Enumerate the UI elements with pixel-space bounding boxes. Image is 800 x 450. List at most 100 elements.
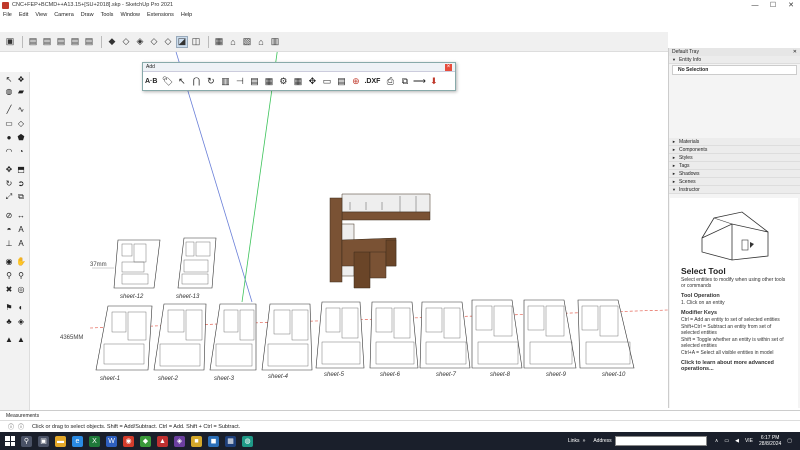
search-icon[interactable]: ⚲: [21, 435, 32, 447]
app-icon[interactable]: ■: [191, 435, 202, 447]
ab-label-icon[interactable]: A·B: [145, 76, 157, 88]
camera-icon[interactable]: ▤: [27, 36, 39, 48]
word-icon[interactable]: W: [106, 435, 117, 447]
panel-d-icon[interactable]: ▦: [263, 76, 275, 88]
offset-tool-icon[interactable]: ⧉: [16, 192, 26, 202]
model-viewport[interactable]: 37mm 4365MM sheet-12 sheet-13 sheet-1 sh…: [30, 52, 668, 410]
front-view-icon[interactable]: ◈: [134, 36, 146, 48]
chrome-icon[interactable]: ◉: [123, 435, 134, 447]
tag-icon[interactable]: 🏷: [161, 76, 173, 88]
maximize-button[interactable]: ☐: [764, 0, 782, 10]
app-icon[interactable]: ◼: [208, 435, 219, 447]
zoom-window-icon[interactable]: ⚲: [16, 270, 26, 280]
circle-tool-icon[interactable]: ●: [4, 132, 14, 142]
select-arrow-icon[interactable]: ↖: [4, 74, 14, 84]
grid-icon[interactable]: ▤: [335, 76, 347, 88]
arc-tool-icon[interactable]: ◠: [4, 146, 14, 156]
protractor-icon[interactable]: ◓: [4, 224, 14, 234]
cursor-icon[interactable]: ↖: [176, 76, 188, 88]
dxf-export-icon[interactable]: .DXF: [364, 76, 380, 88]
share-icon[interactable]: ▥: [269, 36, 281, 48]
freehand-icon[interactable]: ∿: [16, 104, 26, 114]
3d-text-icon[interactable]: A: [16, 238, 26, 248]
tray-header[interactable]: Default Tray ✕: [669, 48, 800, 56]
add-icon[interactable]: ⊕: [350, 76, 362, 88]
home-outline-icon[interactable]: ⌂: [255, 36, 267, 48]
walk-icon[interactable]: ♣: [4, 316, 14, 326]
component-icon[interactable]: ❖: [16, 74, 26, 84]
previous-view-icon[interactable]: ◎: [16, 284, 26, 294]
eraser-icon[interactable]: ▰: [16, 86, 26, 96]
sheet-7-panel[interactable]: [419, 301, 471, 369]
dimension-icon[interactable]: ↔: [16, 210, 26, 220]
panel-b-icon[interactable]: ⊣: [234, 76, 246, 88]
tray-panel-instructor[interactable]: ▼ Instructor: [669, 186, 800, 194]
move-tool-icon[interactable]: ✥: [4, 164, 14, 174]
top-view-icon[interactable]: ◇: [120, 36, 132, 48]
move-icon[interactable]: ✥: [306, 76, 318, 88]
menu-extensions[interactable]: Extensions: [147, 12, 174, 18]
rotate-tool-icon[interactable]: ↻: [4, 178, 14, 188]
text-tool-icon[interactable]: A: [16, 224, 26, 234]
sheet-13-panel[interactable]: [177, 237, 217, 289]
polygon-tool-icon[interactable]: ⬟: [16, 132, 26, 142]
menu-view[interactable]: View: [35, 12, 47, 18]
sheet-4-panel[interactable]: [261, 303, 313, 371]
sketchup-icon[interactable]: ▲: [157, 435, 168, 447]
links-label[interactable]: Links: [568, 438, 580, 444]
chevron-up-icon[interactable]: ∧: [715, 438, 719, 444]
camera-icon[interactable]: ▤: [55, 36, 67, 48]
rotated-rect-icon[interactable]: ◇: [16, 118, 26, 128]
notification-icon[interactable]: ▢: [787, 438, 792, 444]
sandbox-icon[interactable]: ▲: [4, 334, 14, 344]
push-pull-icon[interactable]: ⬒: [16, 164, 26, 174]
add-window-header[interactable]: Add ×: [143, 63, 455, 72]
sheet-6-panel[interactable]: [369, 301, 419, 369]
network-icon[interactable]: ▭: [724, 438, 729, 444]
excel-icon[interactable]: X: [89, 435, 100, 447]
menu-file[interactable]: File: [3, 12, 12, 18]
warehouse-icon[interactable]: ▦: [213, 36, 225, 48]
system-clock[interactable]: 6:17 PM 28/8/2024: [759, 435, 781, 447]
sheet-5-panel[interactable]: [315, 301, 365, 369]
menu-tools[interactable]: Tools: [101, 12, 114, 18]
look-around-icon[interactable]: ◐: [16, 302, 26, 312]
line-tool-icon[interactable]: ╱: [4, 104, 14, 114]
follow-me-icon[interactable]: ➲: [16, 178, 26, 188]
tray-panel-tags[interactable]: ► Tags: [669, 162, 800, 170]
app-icon[interactable]: ◈: [174, 435, 185, 447]
tray-panel-scenes[interactable]: ► Scenes: [669, 178, 800, 186]
style-wire-icon[interactable]: ◫: [190, 36, 202, 48]
line-icon[interactable]: ⟶: [413, 76, 426, 88]
sandbox-icon[interactable]: ▲: [16, 334, 26, 344]
menu-help[interactable]: Help: [181, 12, 192, 18]
advanced-operations-link[interactable]: Click to learn about more advanced opera…: [681, 360, 787, 372]
camera-icon[interactable]: ▤: [41, 36, 53, 48]
scale-tool-icon[interactable]: ⤢: [4, 192, 14, 202]
cabinet-model[interactable]: [329, 193, 431, 289]
pan-icon[interactable]: ✋: [16, 256, 26, 266]
iso-view-icon[interactable]: ◆: [106, 36, 118, 48]
panel-c-icon[interactable]: ▤: [248, 76, 260, 88]
rectangle-tool-icon[interactable]: ▭: [4, 118, 14, 128]
address-input[interactable]: [614, 436, 707, 446]
printer-icon[interactable]: ⎙: [384, 76, 396, 88]
position-camera-icon[interactable]: ⚑: [4, 302, 14, 312]
home-icon[interactable]: ⌂: [227, 36, 239, 48]
menu-draw[interactable]: Draw: [81, 12, 94, 18]
menu-window[interactable]: Window: [120, 12, 140, 18]
tray-panel-materials[interactable]: ► Materials: [669, 138, 800, 146]
windows-start-icon[interactable]: [5, 436, 15, 446]
table-icon[interactable]: ▦: [292, 76, 304, 88]
select-tool-icon[interactable]: ▣: [4, 36, 16, 48]
zoom-extents-icon[interactable]: ✖: [4, 284, 14, 294]
tray-panel-shadows[interactable]: ► Shadows: [669, 170, 800, 178]
orbit-icon[interactable]: ◉: [4, 256, 14, 266]
tray-panel-styles[interactable]: ► Styles: [669, 154, 800, 162]
minimize-button[interactable]: —: [746, 0, 764, 10]
edge-icon[interactable]: e: [72, 435, 83, 447]
sheet-8-panel[interactable]: [471, 299, 523, 369]
tray-panel-components[interactable]: ► Components: [669, 146, 800, 154]
arrow-down-icon[interactable]: ⬇: [428, 76, 440, 88]
extension-icon[interactable]: ▧: [241, 36, 253, 48]
